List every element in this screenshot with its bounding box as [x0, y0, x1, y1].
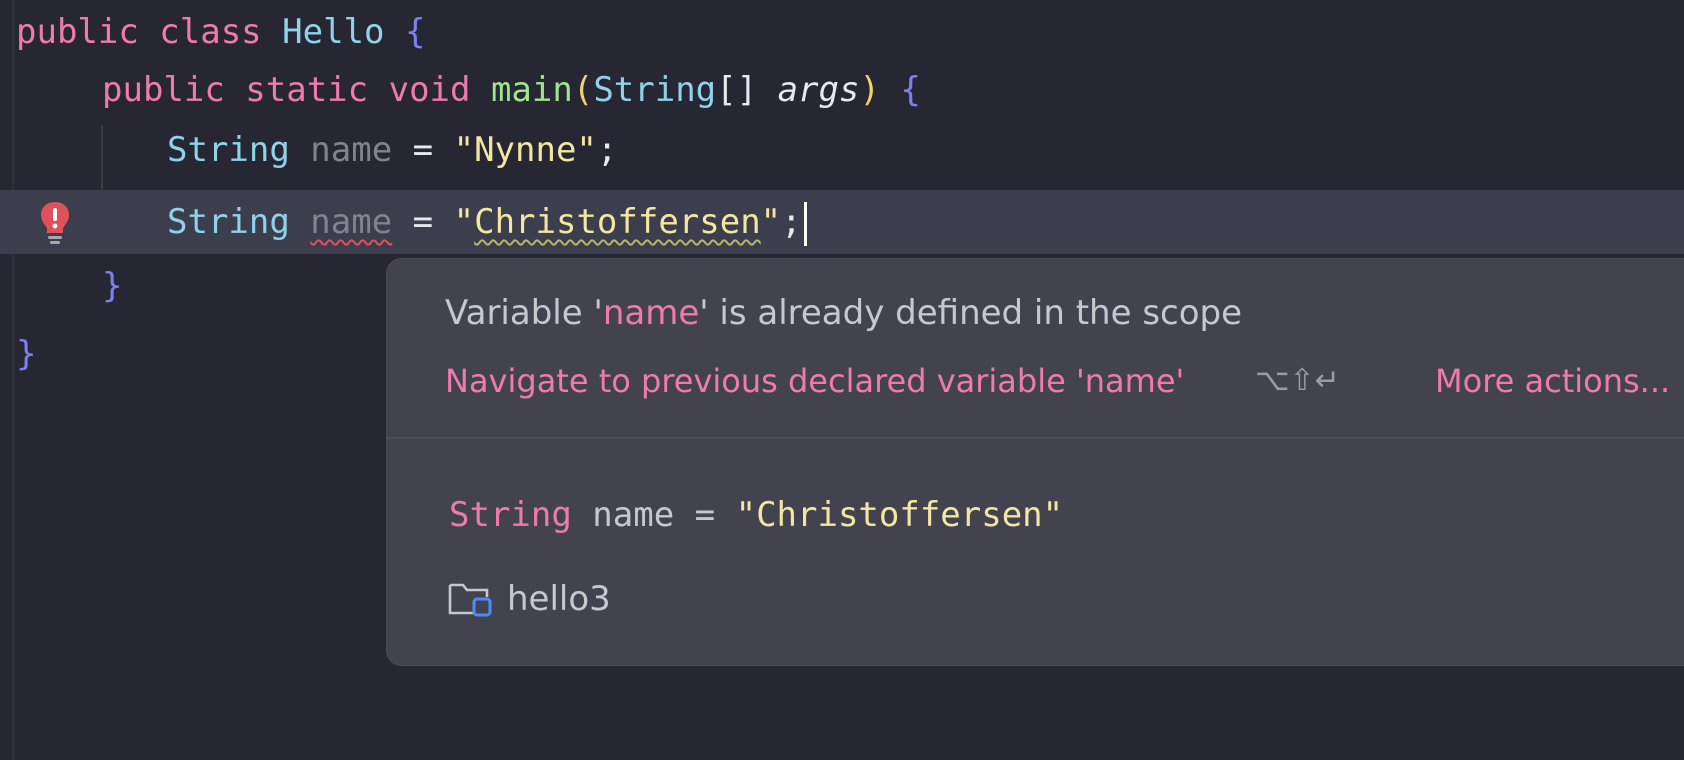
- more-actions-link[interactable]: More actions...: [1435, 357, 1670, 405]
- code-token: {: [404, 12, 426, 52]
- code-token: name: [310, 130, 393, 170]
- code-token: =: [392, 130, 454, 170]
- code-line-3[interactable]: String name = "Nynne";: [0, 118, 1684, 182]
- popup-divider: [387, 437, 1684, 439]
- code-token: class: [159, 12, 283, 52]
- code-token: public: [102, 70, 246, 110]
- code-line-2-text: public static void main(String[] args) {: [102, 58, 921, 122]
- code-token: ": [760, 202, 782, 242]
- code-token: public: [16, 12, 160, 52]
- error-message: Variable 'name' is already defined in th…: [445, 293, 1243, 333]
- code-token: =: [392, 202, 454, 242]
- code-token: args: [777, 70, 860, 110]
- code-token: {: [900, 70, 921, 110]
- code-token: }: [102, 266, 123, 306]
- code-line-1-text: public class Hello {: [16, 0, 425, 64]
- code-token: ;: [781, 202, 802, 242]
- code-token: void: [388, 70, 491, 110]
- code-token: static: [245, 70, 389, 110]
- code-line-4-text: String name = "Christoffersen";: [167, 190, 807, 254]
- code-token: String: [167, 202, 311, 242]
- code-line-4-current[interactable]: String name = "Christoffersen";: [0, 190, 1684, 254]
- code-token: String: [593, 70, 717, 110]
- code-line-6-text: }: [16, 322, 36, 386]
- code-line-1[interactable]: public class Hello {: [0, 0, 1684, 64]
- code-token: "Nynne": [453, 130, 597, 170]
- action-shortcut: ⌥⇧↵: [1255, 363, 1340, 398]
- error-tooltip-popup: Variable 'name' is already defined in th…: [386, 258, 1684, 666]
- code-token: }: [16, 334, 37, 374]
- error-bulb-icon[interactable]: [38, 200, 72, 246]
- code-token: []: [716, 70, 778, 110]
- code-token: Christoffersen: [474, 202, 761, 242]
- module-folder-icon: [448, 583, 492, 617]
- text-caret: [803, 201, 807, 246]
- code-token: Hello: [282, 12, 405, 52]
- code-editor[interactable]: public class Hello { public static void …: [0, 0, 1684, 760]
- code-token: (: [572, 70, 594, 110]
- module-name: hello3: [507, 579, 611, 619]
- code-token: ": [453, 202, 475, 242]
- code-token: ;: [596, 130, 618, 170]
- module-location[interactable]: hello3: [447, 575, 611, 623]
- code-token: ): [859, 70, 901, 110]
- code-line-2[interactable]: public static void main(String[] args) {: [0, 58, 1684, 122]
- code-line-5-text: }: [102, 254, 122, 318]
- code-token: main: [490, 70, 573, 110]
- code-token: String: [167, 130, 311, 170]
- code-token: name: [310, 202, 393, 242]
- declaration-preview: String name = "Christoffersen": [449, 495, 1064, 535]
- code-line-3-text: String name = "Nynne";: [167, 118, 617, 182]
- navigate-previous-declaration-link[interactable]: Navigate to previous declared variable '…: [445, 357, 1184, 405]
